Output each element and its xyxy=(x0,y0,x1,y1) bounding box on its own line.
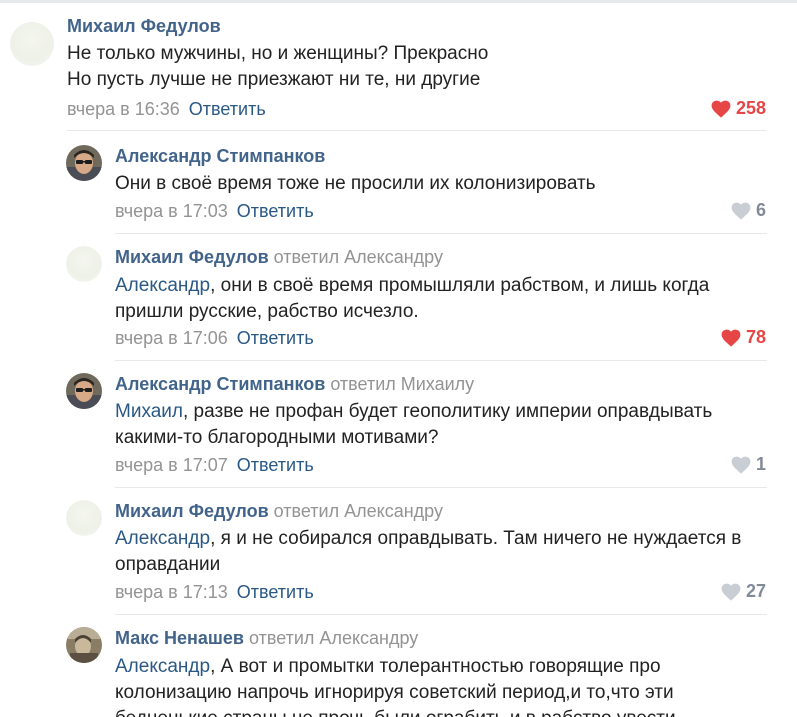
reply-button[interactable]: Ответить xyxy=(237,582,314,602)
author-name[interactable]: Макс Ненашев xyxy=(115,628,244,648)
comment-text: Александр, А вот и промытки толерантност… xyxy=(115,654,676,717)
comment-text-fragment: , разве не профан будет геополитику импе… xyxy=(183,401,713,422)
comment-text-fragment: , А вот и промытки толерантностью говоря… xyxy=(210,656,661,677)
divider xyxy=(115,233,767,234)
heart-icon xyxy=(711,100,731,118)
avatar[interactable] xyxy=(66,145,102,181)
comment-text: Не только мужчины, но и женщины? Прекрас… xyxy=(67,41,488,93)
comment-text-fragment: , они в своё время промышляли рабством, … xyxy=(210,275,710,296)
reply-to-label[interactable]: ответил Михаилу xyxy=(330,374,474,394)
like-button[interactable]: 1 xyxy=(731,454,766,475)
comment-timestamp[interactable]: вчера в 17:06 xyxy=(115,328,228,348)
comment-text-line: Но пусть лучше не приезжают ни те, ни др… xyxy=(67,69,481,90)
comment-text-line: Они в своё время тоже не просили их коло… xyxy=(115,173,596,194)
heart-icon xyxy=(731,202,751,220)
comment-meta: вчера в 16:36 Ответить xyxy=(67,99,266,120)
comment-timestamp[interactable]: вчера в 17:13 xyxy=(115,582,228,602)
comment-text-line: колонизацию напрочь игнорируя советский … xyxy=(115,682,674,703)
author-name[interactable]: Михаил Федулов xyxy=(115,247,269,267)
comment-text-line: Не только мужчины, но и женщины? Прекрас… xyxy=(67,43,489,64)
mention-link[interactable]: Александр xyxy=(115,656,210,677)
comment-author[interactable]: Михаил Федулов xyxy=(67,16,221,37)
like-button[interactable]: 27 xyxy=(721,581,766,602)
comment-text-line: пришли русские, рабство исчезло. xyxy=(115,301,419,322)
mention-link[interactable]: Александр xyxy=(115,275,210,296)
comment-meta: вчера в 17:13 Ответить xyxy=(115,582,314,603)
heart-icon xyxy=(721,329,741,347)
like-count: 1 xyxy=(755,454,766,474)
comment-text-line: Александр, я и не собирался оправдывать.… xyxy=(115,526,741,552)
avatar-photo xyxy=(66,145,102,181)
comments-thread: Михаил Федулов Не только мужчины, но и ж… xyxy=(0,0,797,717)
author-name[interactable]: Михаил Федулов xyxy=(67,16,221,36)
reply-to-label[interactable]: ответил Александру xyxy=(274,501,443,521)
heart-icon xyxy=(731,456,751,474)
divider xyxy=(115,614,767,615)
divider xyxy=(115,487,767,488)
avatar[interactable] xyxy=(66,500,102,536)
comment-text-line: бедненькие страны не прочь были ограбить… xyxy=(115,706,676,717)
author-name[interactable]: Александр Стимпанков xyxy=(115,146,325,166)
heart-icon xyxy=(721,583,741,601)
divider xyxy=(115,360,767,361)
comment-author[interactable]: Михаил Федулов ответил Александру xyxy=(115,247,443,268)
comment-text-line: Александр, они в своё время промышляли р… xyxy=(115,273,709,299)
comment-text-line: какими-то благородными мотивами? xyxy=(115,427,439,448)
comment-author[interactable]: Михаил Федулов ответил Александру xyxy=(115,501,443,522)
comment-author[interactable]: Макс Ненашев ответил Александру xyxy=(115,628,418,649)
comment-text: Михаил, разве не профан будет геополитик… xyxy=(115,399,712,451)
comment-meta: вчера в 17:06 Ответить xyxy=(115,328,314,349)
like-count: 6 xyxy=(755,200,766,220)
comment-text: Они в своё время тоже не просили их коло… xyxy=(115,171,596,197)
reply-button[interactable]: Ответить xyxy=(237,328,314,348)
divider xyxy=(67,130,767,131)
mention-link[interactable]: Александр xyxy=(115,528,210,549)
reply-to-label[interactable]: ответил Александру xyxy=(249,628,418,648)
like-button[interactable]: 6 xyxy=(731,200,766,221)
avatar[interactable] xyxy=(66,246,102,282)
comment-author[interactable]: Александр Стимпанков ответил Михаилу xyxy=(115,374,474,395)
comment-timestamp[interactable]: вчера в 17:07 xyxy=(115,455,228,475)
author-name[interactable]: Александр Стимпанков xyxy=(115,374,325,394)
comment-text-line: Михаил, разве не профан будет геополитик… xyxy=(115,399,712,425)
top-divider xyxy=(0,0,797,3)
reply-button[interactable]: Ответить xyxy=(237,201,314,221)
like-count: 258 xyxy=(735,98,766,118)
comment-text: Александр, они в своё время промышляли р… xyxy=(115,273,709,325)
like-count: 78 xyxy=(745,327,766,347)
comment-timestamp[interactable]: вчера в 16:36 xyxy=(67,99,180,119)
comment-timestamp[interactable]: вчера в 17:03 xyxy=(115,201,228,221)
comment-text-fragment: , я и не собирался оправдывать. Там ниче… xyxy=(210,528,742,549)
like-button[interactable]: 78 xyxy=(721,327,766,348)
avatar[interactable] xyxy=(10,22,54,66)
like-count: 27 xyxy=(745,581,766,601)
comment-text-line: оправдании xyxy=(115,554,221,575)
mention-link[interactable]: Михаил xyxy=(115,401,183,422)
avatar-photo xyxy=(66,373,102,409)
avatar[interactable] xyxy=(66,373,102,409)
comment-text-line: Александр, А вот и промытки толерантност… xyxy=(115,654,676,680)
author-name[interactable]: Михаил Федулов xyxy=(115,501,269,521)
comment-meta: вчера в 17:03 Ответить xyxy=(115,201,314,222)
avatar[interactable] xyxy=(66,627,102,663)
comment-author[interactable]: Александр Стимпанков xyxy=(115,146,325,167)
reply-button[interactable]: Ответить xyxy=(237,455,314,475)
avatar-photo xyxy=(66,627,102,663)
reply-to-label[interactable]: ответил Александру xyxy=(274,247,443,267)
reply-button[interactable]: Ответить xyxy=(189,99,266,119)
like-button[interactable]: 258 xyxy=(711,98,766,119)
comment-text: Александр, я и не собирался оправдывать.… xyxy=(115,526,741,578)
comment-meta: вчера в 17:07 Ответить xyxy=(115,455,314,476)
